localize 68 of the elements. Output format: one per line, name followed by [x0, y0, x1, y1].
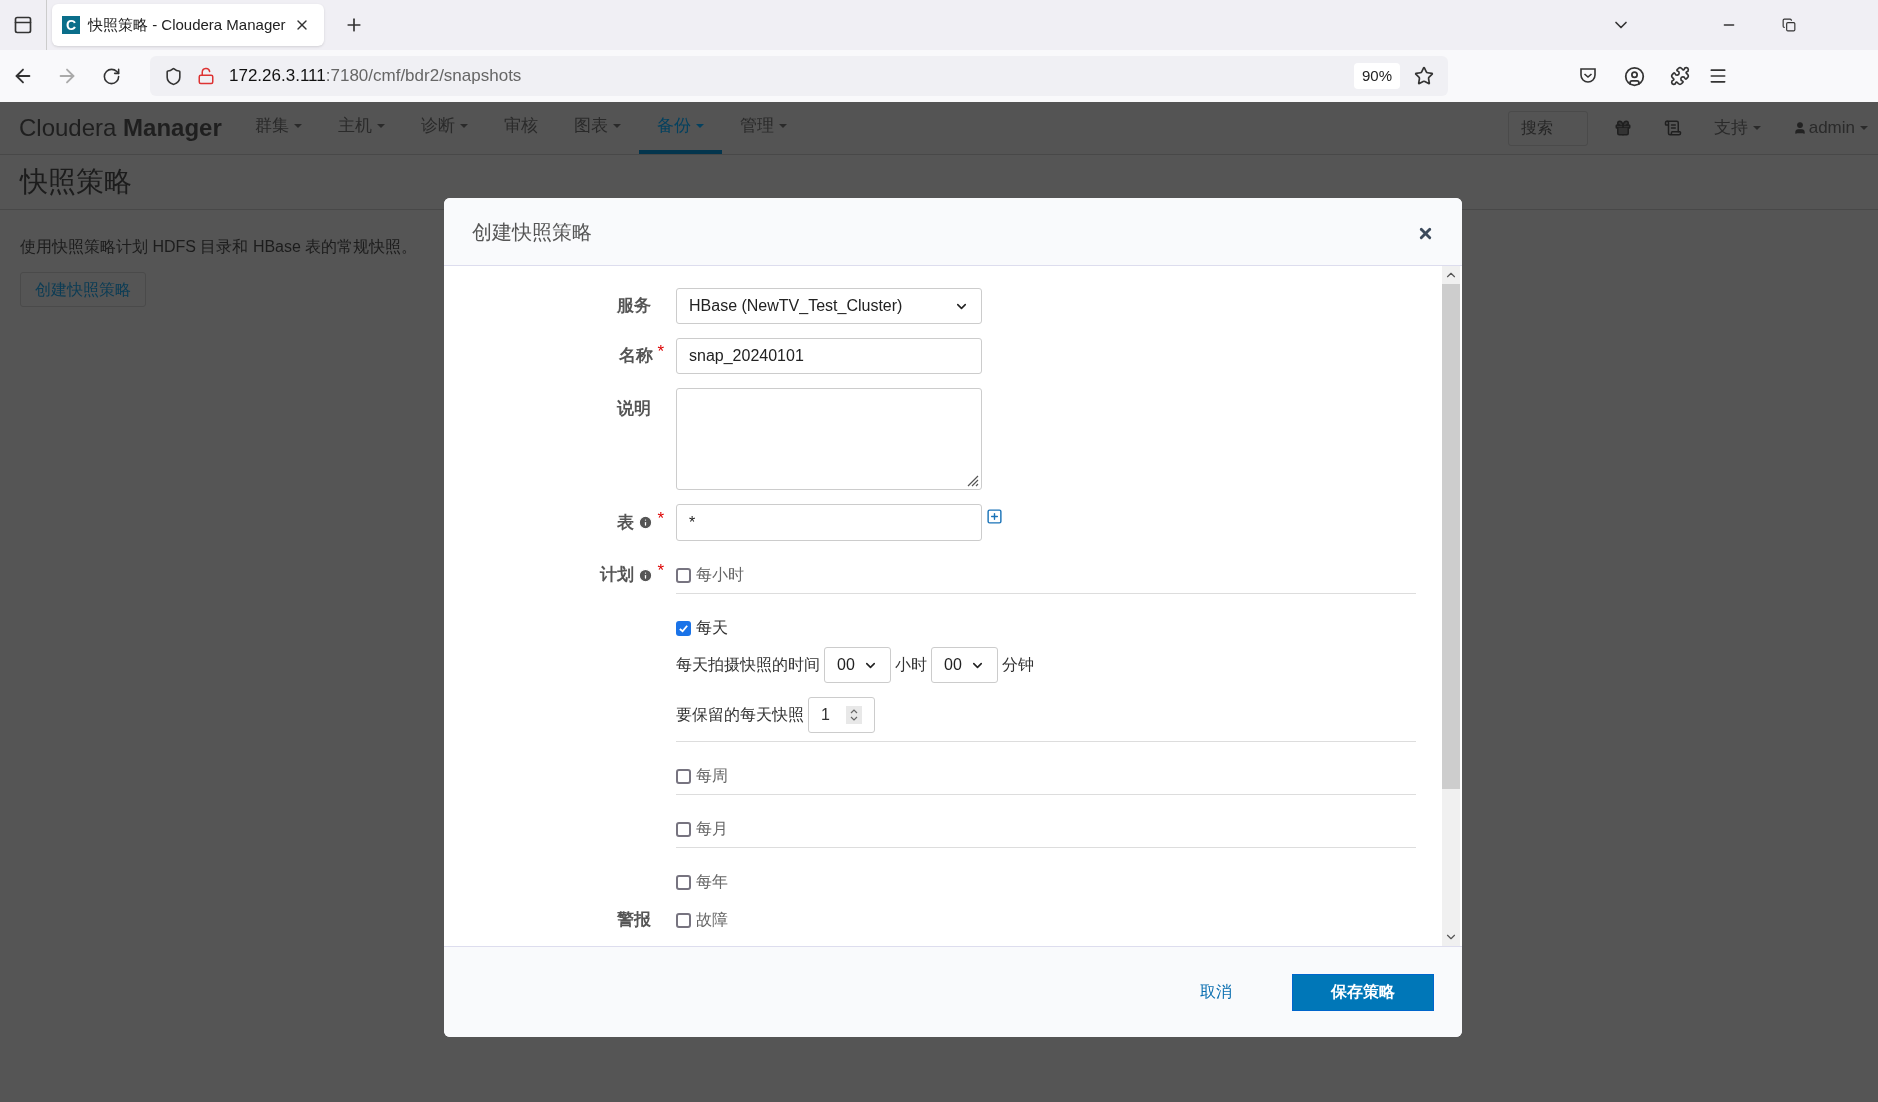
field-label: 名称 [619, 345, 654, 368]
shield-icon[interactable] [164, 66, 183, 86]
resize-grip-icon[interactable] [965, 473, 979, 487]
checkbox[interactable] [676, 912, 691, 928]
scrollbar[interactable] [1442, 266, 1460, 946]
spinner-icon[interactable] [846, 706, 862, 724]
site-icon: C [62, 16, 80, 34]
insecure-lock-icon[interactable] [197, 67, 215, 85]
schedule-option-label[interactable]: 每月 [696, 817, 728, 841]
keep-label: 要保留的每天快照 [676, 705, 804, 725]
field-label: 服务 [617, 295, 651, 318]
checkbox[interactable] [676, 768, 691, 784]
required-mark: * [657, 343, 664, 361]
field-label: 计划 [600, 564, 635, 587]
close-icon[interactable] [1417, 225, 1434, 242]
tick-icon [678, 622, 689, 634]
cancel-link[interactable]: 取消 [1200, 980, 1232, 1004]
info-icon[interactable] [638, 515, 654, 530]
schedule-option-label[interactable]: 每天 [696, 616, 728, 640]
menu-icon[interactable] [1708, 66, 1728, 86]
minute-select[interactable]: 00 [931, 647, 998, 683]
table-input[interactable]: * [676, 504, 982, 541]
add-icon[interactable] [986, 508, 1003, 525]
dialog-title: 创建快照策略 [472, 219, 592, 245]
field-label: 表 [617, 511, 635, 534]
caret-icon [1752, 126, 1761, 130]
extensions-icon[interactable] [1670, 66, 1690, 86]
caret-icon [612, 124, 621, 128]
browser-tab[interactable]: C 快照策略 - Cloudera Manager [52, 4, 324, 46]
restore-icon[interactable] [1782, 18, 1796, 32]
caret-icon [695, 124, 704, 128]
pocket-icon[interactable] [1578, 66, 1598, 86]
name-input[interactable]: snap_20240101 [676, 338, 982, 374]
caret-icon [778, 124, 787, 128]
required-mark: * [657, 562, 664, 580]
save-policy-button[interactable]: 保存策略 [1292, 973, 1434, 1011]
user-icon [1792, 121, 1807, 135]
info-icon[interactable] [638, 567, 654, 583]
schedule-option-label[interactable]: 每年 [696, 870, 728, 894]
service-select[interactable]: HBase (NewTV_Test_Cluster) [676, 288, 982, 324]
time-label: 每天拍摄快照的时间 [676, 655, 820, 675]
caret-icon [459, 124, 468, 128]
checkbox[interactable] [676, 874, 691, 890]
reload-icon[interactable] [102, 66, 121, 86]
field-label: 说明 [617, 398, 651, 420]
account-icon[interactable] [1624, 65, 1645, 87]
field-label: 警报 [617, 909, 651, 932]
tab-list-icon[interactable] [13, 15, 33, 35]
schedule-option-label[interactable]: 每小时 [696, 563, 744, 587]
caret-icon [376, 124, 385, 128]
url-text: 172.26.3.111:7180/cmf/bdr2/snapshots [229, 65, 522, 88]
bookmark-star-icon[interactable] [1414, 66, 1434, 86]
unit-label: 小时 [895, 655, 927, 675]
required-mark: * [657, 509, 664, 527]
caret-icon [1860, 126, 1868, 130]
page-title: 快照策略 [20, 165, 132, 199]
checkbox[interactable] [676, 821, 691, 837]
alert-option-label[interactable]: 故障 [696, 908, 728, 932]
tab-title: 快照策略 - Cloudera Manager [88, 14, 286, 35]
address-bar[interactable]: 172.26.3.111:7180/cmf/bdr2/snapshots 90% [150, 56, 1448, 96]
hour-select[interactable]: 00 [824, 647, 891, 683]
keep-count-input[interactable]: 1 [808, 697, 875, 733]
zoom-level[interactable]: 90% [1353, 62, 1400, 90]
caret-icon [293, 124, 302, 128]
checkbox[interactable] [676, 620, 691, 636]
checkbox[interactable] [676, 567, 691, 583]
schedule-option-label[interactable]: 每周 [696, 764, 728, 788]
unit-label: 分钟 [1002, 655, 1034, 675]
